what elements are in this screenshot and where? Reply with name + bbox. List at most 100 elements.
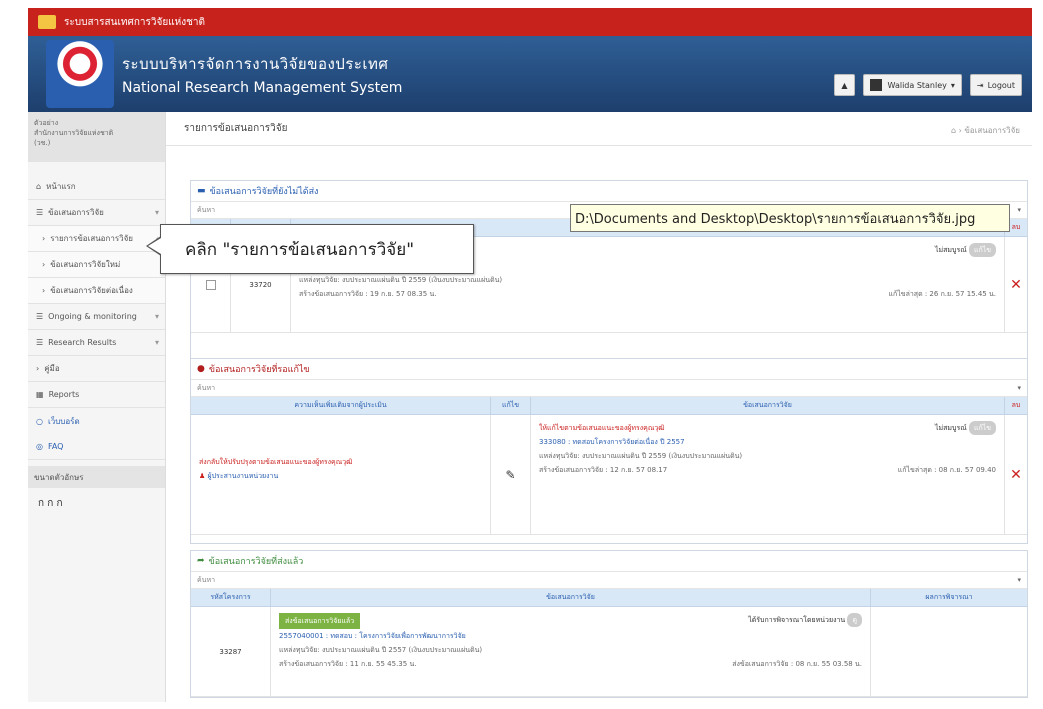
bullet-icon: › [36, 364, 40, 373]
profile-line-1: ตัวอย่าง [34, 119, 59, 127]
search-placeholder: ค้นหา [197, 575, 216, 584]
proposal-meta: แหล่งทุนวิจัย: งบประมาณแผ่นดิน ปี 2559 (… [299, 276, 503, 284]
callout-pointer-fill [148, 238, 161, 254]
proposal-meta: แหล่งทุนวิจัย: งบประมาณแผ่นดิน ปี 2557 (… [279, 646, 483, 654]
row-proposal: ให้แก้ไขตามข้อเสนอแนะของผู้ทรงคุณวุฒิ ไม… [531, 415, 1005, 534]
home-icon: ⌂ [36, 182, 42, 191]
bullet-icon: › [42, 286, 46, 295]
profile-line-2: สำนักงานการวิจัยแห่งชาติ [34, 129, 114, 137]
alert-icon: ● [197, 364, 205, 374]
proposal-title-link[interactable]: 333080 : ทดสอบโครงการวิจัยต่อเนื่อง ปี 2… [539, 435, 996, 449]
chevron-down-icon: ▾ [154, 208, 159, 217]
edited-date: แก้ไขล่าสุด : 08 ก.ย. 57 09.40 [897, 466, 996, 474]
revision-flag: ให้แก้ไขตามข้อเสนอแนะของผู้ทรงคุณวุฒิ [539, 424, 665, 432]
logout-icon: ⇥ [976, 80, 984, 90]
brand: ระบบบริหารจัดการงานวิจัยของประเทศ Nation… [122, 52, 402, 96]
search-filter[interactable]: ค้นหา ▾ [191, 379, 1027, 397]
row-proposal: ส่งข้อเสนอการวิจัยแล้ว ได้รับการพิจารณาโ… [271, 607, 871, 696]
page-title: รายการข้อเสนอการวิจัย [166, 112, 1032, 146]
sidebar-item-manual[interactable]: › คู่มือ [28, 356, 165, 382]
logout-button[interactable]: ⇥ Logout [969, 74, 1022, 96]
view-badge[interactable]: ดู [847, 613, 862, 627]
sidebar-item-proposals[interactable]: ☰ ข้อเสนอการวิจัย ▾ [28, 200, 165, 226]
sidebar-item-faq[interactable]: ◎ FAQ [28, 434, 165, 460]
brand-english: National Research Management System [122, 80, 403, 96]
search-filter[interactable]: ค้นหา ▾ [191, 571, 1027, 589]
breadcrumb-item[interactable]: ข้อเสนอการวิจัย [964, 126, 1020, 135]
sidebar-item-label: เว็บบอร์ด [47, 416, 80, 426]
sent-date: ส่งข้อเสนอการวิจัย : 08 ก.ย. 55 03.58 น. [732, 660, 862, 668]
site-header: ระบบบริหารจัดการงานวิจัยของประเทศ Nation… [28, 36, 1032, 112]
sidebar-item-reports[interactable]: ▦ Reports [28, 382, 165, 408]
panel-title-text: ข้อเสนอการวิจัยที่ส่งแล้ว [208, 557, 304, 567]
sidebar: ตัวอย่าง สำนักงานการวิจัยแห่งชาติ (วช.) … [28, 112, 166, 702]
font-size-section: ขนาดตัวอักษร [28, 466, 165, 488]
logout-label: Logout [987, 80, 1015, 90]
sent-label: ส่งข้อเสนอการวิจัยแล้ว [279, 613, 361, 629]
col-proposal: ข้อเสนอการวิจัย [531, 397, 1005, 414]
col-result: ผลการพิจารณา [925, 593, 973, 601]
sidebar-item-research-results[interactable]: ☰ Research Results ▾ [28, 330, 165, 356]
commenter-name: ผู้ประสานงานหน่วยงาน [207, 472, 279, 480]
list-icon: ☰ [36, 338, 44, 347]
sidebar-item-ongoing[interactable]: ☰ Ongoing & monitoring ▾ [28, 304, 165, 330]
panel-title: ● ข้อเสนอการวิจัยที่รอแก้ไข [191, 359, 1027, 379]
report-icon: ▦ [36, 390, 44, 399]
breadcrumb: ⌂ › ข้อเสนอการวิจัย [951, 124, 1020, 137]
chat-icon: ○ [36, 416, 43, 426]
delete-icon[interactable]: ✕ [1005, 237, 1027, 332]
home-button[interactable]: ▲ [834, 74, 855, 96]
sidebar-item-label: ข้อเสนอการวิจัย [48, 208, 104, 217]
panel-title: ▬ ข้อเสนอการวิจัยที่ยังไม่ได้ส่ง [191, 181, 1027, 201]
sidebar-item-proposal-list[interactable]: › รายการข้อเสนอการวิจัย ‹ [28, 226, 165, 252]
sidebar-item-label: Research Results [48, 338, 117, 347]
row-code: 33287 [191, 607, 271, 696]
home-icon: ▲ [841, 80, 848, 90]
sidebar-item-label: หน้าแรก [46, 182, 76, 191]
main-content: รายการข้อเสนอการวิจัย ⌂ › ข้อเสนอการวิจั… [166, 112, 1032, 702]
edit-icon[interactable]: ✎ [491, 415, 531, 534]
chevron-down-icon: ▾ [154, 338, 159, 347]
instruction-callout: คลิก "รายการข้อเสนอการวิจัย" [160, 224, 474, 274]
edit-badge[interactable]: แก้ไข [968, 421, 996, 435]
bullet-icon: › [42, 234, 46, 243]
font-size-controls[interactable]: ก ก ก [28, 488, 165, 519]
edit-badge[interactable]: แก้ไข [968, 243, 996, 257]
status-text: ไม่สมบูรณ์ [934, 246, 967, 254]
faq-icon: ◎ [36, 442, 43, 451]
sidebar-item-label: FAQ [47, 442, 64, 451]
proposal-title-link[interactable]: 2557040001 : ทดสอบ : โครงการวิจัยเพื่อกา… [279, 629, 862, 643]
header-actions: ▲ Walida Stanley ▾ ⇥ Logout [834, 74, 1022, 96]
col-edit: แก้ไข [491, 397, 531, 414]
panel-title: ➦ ข้อเสนอการวิจัยที่ส่งแล้ว [191, 551, 1027, 571]
row-comment: ส่งกลับให้ปรับปรุงตามข้อเสนอแนะของผู้ทรง… [191, 415, 491, 534]
created-date: สร้างข้อเสนอการวิจัย : 12 ก.ย. 57 08.17 [539, 466, 668, 474]
sidebar-item-new-proposal[interactable]: › ข้อเสนอการวิจัยใหม่ [28, 252, 165, 278]
sidebar-item-home[interactable]: ⌂ หน้าแรก [28, 174, 165, 200]
submitted-proposals-panel: ➦ ข้อเสนอการวิจัยที่ส่งแล้ว ค้นหา ▾ รหัส… [190, 550, 1028, 698]
sidebar-item-label: รายการข้อเสนอการวิจัย [50, 234, 133, 243]
search-placeholder: ค้นหา [197, 205, 216, 214]
browser-title-bar: ระบบสารสนเทศการวิจัยแห่งชาติ [28, 8, 1032, 36]
user-icon [869, 79, 882, 91]
created-date: สร้างข้อเสนอการวิจัย : 19 ก.ย. 57 08.35 … [299, 290, 437, 298]
result-cell [871, 607, 1027, 696]
list-icon: ☰ [36, 312, 44, 321]
row-checkbox[interactable] [205, 279, 216, 290]
col-code: รหัสโครงการ [191, 589, 271, 606]
table-header: รหัสโครงการ ข้อเสนอการวิจัย ผลการพิจารณา [191, 589, 1027, 607]
sidebar-item-label: ข้อเสนอการวิจัยใหม่ [50, 260, 121, 269]
search-placeholder: ค้นหา [197, 383, 216, 392]
user-menu-button[interactable]: Walida Stanley ▾ [862, 74, 962, 96]
delete-icon[interactable]: ✕ [1005, 415, 1027, 534]
sidebar-item-continuing-proposal[interactable]: › ข้อเสนอการวิจัยต่อเนื่อง [28, 278, 165, 304]
sidebar-item-label: คู่มือ [44, 364, 60, 373]
sidebar-item-label: ข้อเสนอการวิจัยต่อเนื่อง [50, 286, 133, 295]
profile-line-3: (วช.) [34, 139, 51, 147]
sidebar-item-webboard[interactable]: ○ เว็บบอร์ด [28, 408, 165, 434]
chevron-down-icon: ▾ [154, 312, 159, 321]
list-icon: ☰ [36, 208, 44, 217]
chevron-down-icon: ▾ [1017, 576, 1021, 584]
bullet-icon: › [42, 260, 46, 269]
proposal-meta: แหล่งทุนวิจัย: งบประมาณแผ่นดิน ปี 2559 (… [539, 452, 743, 460]
